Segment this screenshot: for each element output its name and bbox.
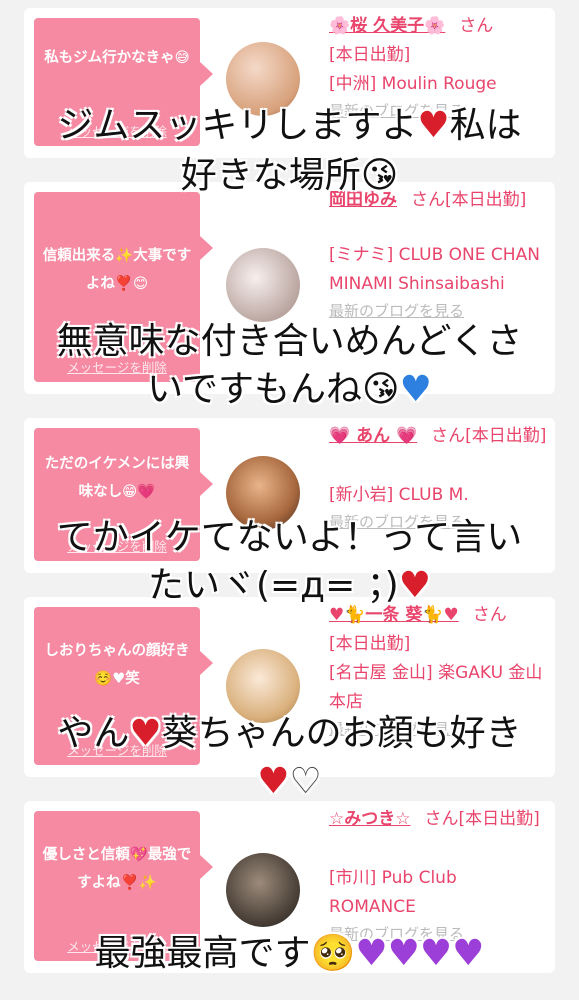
message-text: しおりちゃんの顔好き☺️♥笑 [44, 643, 190, 687]
cast-name-link[interactable]: ♥🐈一条 葵🐈♥ [329, 605, 459, 625]
cast-info: 岡田ゆみ さん[本日出勤] [ミナミ] CLUB ONE CHAN MINAMI … [329, 186, 547, 323]
caption-line: 最強最高です🥺♥♥♥♥ [0, 932, 579, 976]
honorific: さん [472, 605, 507, 625]
message-text: 私もジム行かなきゃ😅 [44, 50, 190, 66]
purple-hearts-icon: ♥♥♥♥ [355, 933, 485, 974]
caption-text: やん [57, 713, 130, 754]
honorific: さん[本日出勤] [424, 809, 540, 829]
caption-line: ジムスッキリしますよ♥私は [0, 104, 579, 148]
caption-text: ジムスッキリしますよ [57, 105, 418, 146]
message-text: 優しさと信頼💖最強ですよね❣️✨ [42, 847, 192, 891]
caption-text: 葵ちゃんのお顔も好き [161, 713, 522, 754]
white-heart-icon: ♡ [289, 761, 322, 802]
caption-text: たいヾ(=д= ；) [147, 565, 399, 606]
avatar[interactable] [226, 853, 300, 927]
caption-line: 無意味な付き合いめんどくさ [0, 320, 579, 364]
honorific: さん[本日出勤] [431, 426, 547, 446]
caption-line: てかイケてないよ！って言い [0, 516, 579, 560]
caption-text: てかイケてないよ！って言い [56, 517, 523, 558]
cast-name-link[interactable]: ☆みつき☆ [329, 809, 410, 829]
caption-text: 私は [449, 105, 522, 146]
cast-name-link[interactable]: 🌸桜 久美子🌸 [329, 16, 445, 36]
shop-name: [名古屋 金山] 楽GAKU 金山本店 [329, 663, 543, 712]
avatar[interactable] [226, 248, 300, 322]
honorific: さん [459, 16, 494, 36]
shift-status: [本日出勤] [329, 45, 411, 65]
caption-line: 好きな場所😘 [0, 154, 579, 198]
caption-line: たいヾ(=д= ；)♥ [0, 564, 579, 608]
blue-heart-icon: ♥ [399, 369, 432, 410]
caption-text: いですもんね😘 [147, 369, 400, 410]
shop-name: [中洲] Moulin Rouge [329, 74, 497, 94]
cast-info: ☆みつき☆ さん[本日出勤] [市川] Pub Club ROMANCE 最新のブ… [329, 805, 547, 946]
shop-name: [市川] Pub Club ROMANCE [329, 868, 457, 917]
shop-name: [新小岩] CLUB M. [329, 485, 469, 505]
red-heart-icon: ♥ [257, 761, 290, 802]
caption-text: 最強最高です🥺 [94, 933, 356, 974]
red-heart-icon: ♥ [398, 565, 432, 606]
shift-status: [本日出勤] [329, 634, 411, 654]
message-text: ただのイケメンには興味なし😁💗 [44, 456, 190, 500]
red-heart-icon: ♥ [129, 713, 162, 754]
caption-line: いですもんね😘♥ [0, 368, 579, 412]
shop-name: [ミナミ] CLUB ONE CHAN MINAMI Shinsaibashi [329, 245, 540, 294]
caption-line: やん♥葵ちゃんのお顔も好き [0, 712, 579, 756]
cast-name-link[interactable]: 💗 あん 💗 [329, 426, 417, 446]
caption-text: 好きな場所😘 [180, 155, 399, 196]
caption-line: ♥♡ [0, 760, 579, 804]
red-heart-icon: ♥ [417, 105, 450, 146]
caption-text: 無意味な付き合いめんどくさ [56, 321, 523, 362]
message-text: 信頼出来る✨大事ですよね❣️😊 [42, 248, 192, 292]
